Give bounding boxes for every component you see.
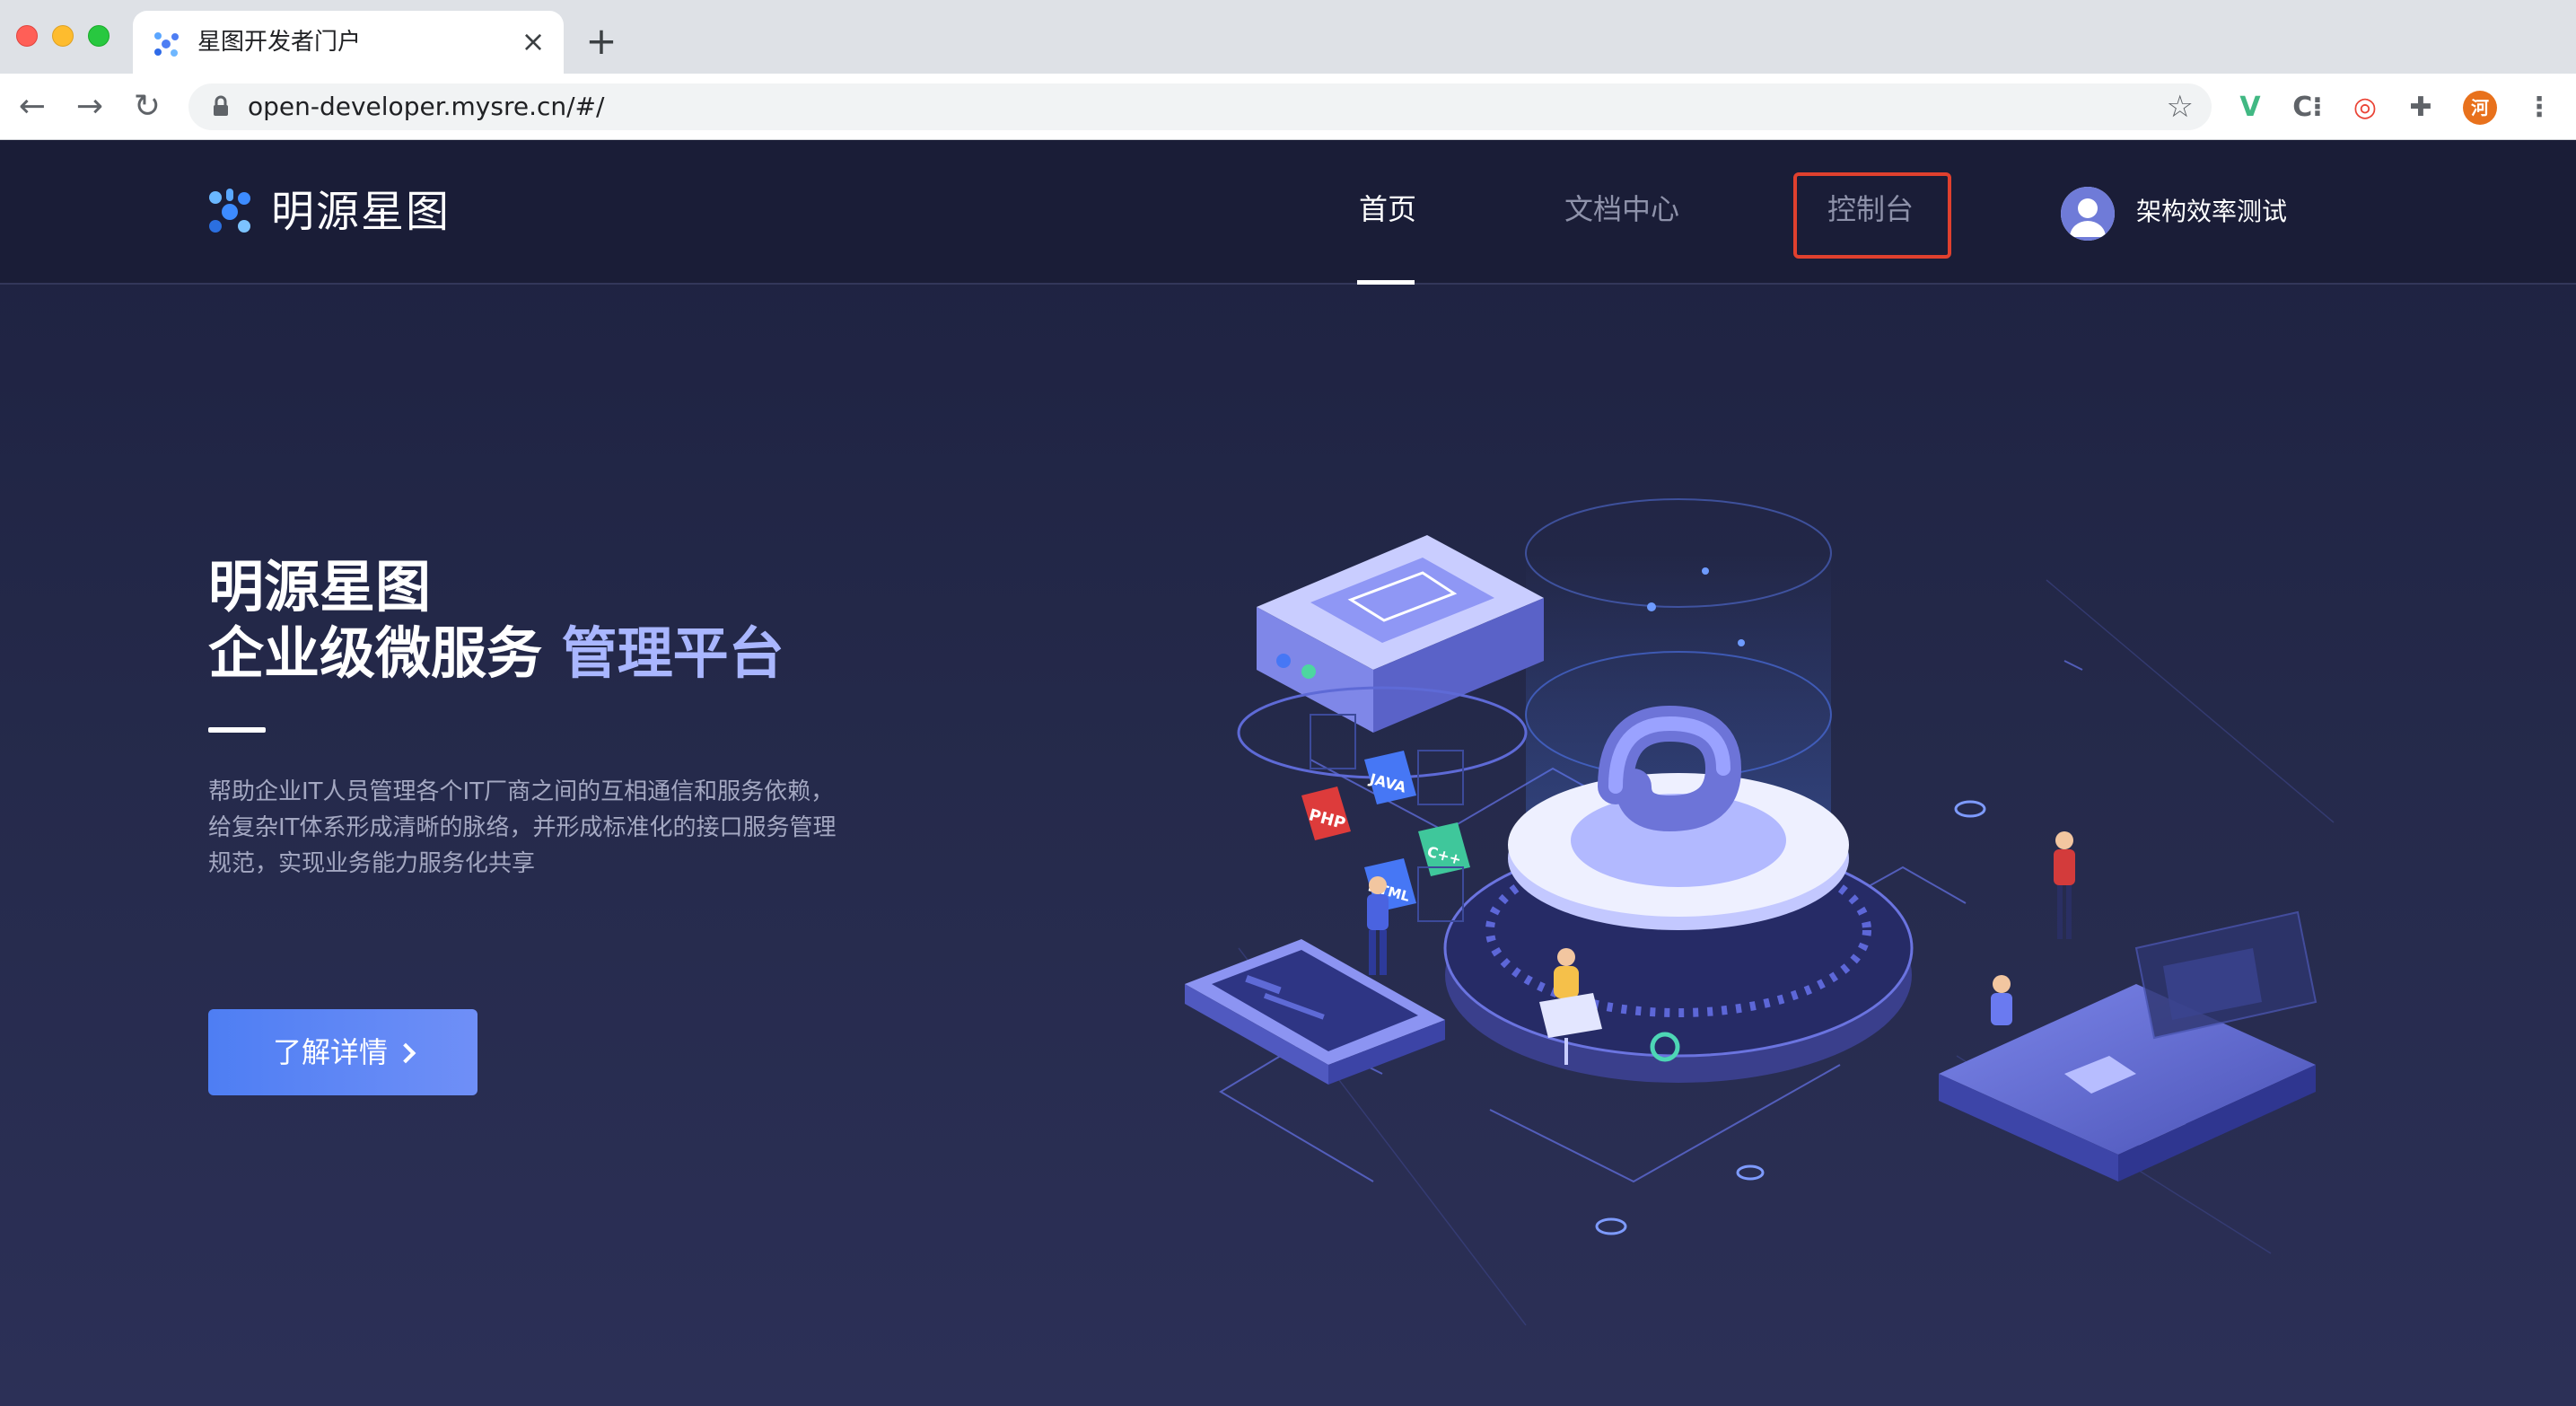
- hero-illustration: PHP JAVA HTML C++: [1185, 498, 2335, 1326]
- puzzle-icon[interactable]: ✚: [2404, 91, 2438, 125]
- user-avatar[interactable]: [2061, 187, 2115, 241]
- browser-tab-active[interactable]: 星图开发者门户 ×: [133, 11, 564, 74]
- vue-devtools-icon[interactable]: V: [2233, 91, 2267, 125]
- brand-star-icon: [209, 189, 250, 233]
- learn-more-button[interactable]: 了解详情: [208, 1009, 478, 1095]
- hero-subtitle-accent: 管理平台: [561, 620, 784, 686]
- menu-icon[interactable]: ⋮: [2522, 91, 2556, 125]
- browser-tabstrip: 星图开发者门户 × +: [0, 0, 2576, 74]
- phone-device: [1185, 939, 1445, 1085]
- url-text[interactable]: open-developer.mysre.cn/#/: [248, 91, 604, 123]
- side-panel: [2134, 910, 2318, 1040]
- hero-title: 明源星图: [208, 554, 432, 620]
- window-close-button[interactable]: [16, 25, 38, 47]
- central-platform: [1443, 705, 1914, 1083]
- back-icon[interactable]: ←: [13, 87, 52, 127]
- chrome-ring-icon[interactable]: ◎: [2348, 91, 2382, 125]
- user-name[interactable]: 架构效率测试: [2136, 194, 2287, 230]
- lock-icon: [214, 95, 228, 116]
- nav-docs[interactable]: 文档中心: [1564, 189, 1679, 230]
- chip-server: [1237, 535, 1544, 779]
- hero-divider: [208, 727, 266, 733]
- language-cards: PHP JAVA HTML C++: [1301, 714, 1470, 922]
- hero-description: 帮助企业IT人员管理各个IT厂商之间的互相通信和服务依赖，给复杂IT体系形成清晰…: [208, 778, 837, 877]
- reload-icon[interactable]: ↻: [127, 87, 167, 127]
- nav-console[interactable]: 控制台: [1827, 189, 1914, 230]
- user-avatar-icon: [2061, 187, 2115, 241]
- window-zoom-button[interactable]: [88, 25, 110, 47]
- hero-subtitle: 企业级微服务 管理平台: [208, 620, 784, 688]
- favicon-icon: [154, 32, 179, 57]
- tab-close-icon[interactable]: ×: [517, 25, 549, 57]
- site-header: 明源星图 首页 文档中心 控制台 架构效率测试: [0, 140, 2576, 285]
- nav-home[interactable]: 首页: [1359, 189, 1416, 230]
- profile-icon[interactable]: 河: [2463, 91, 2497, 125]
- browser-toolbar: ← → ↻ open-developer.mysre.cn/#/ ☆ V C⁝ ◎ ✚…: [0, 74, 2576, 140]
- brand-name: 明源星图: [271, 187, 451, 237]
- learn-more-label: 了解详情: [272, 1035, 388, 1069]
- cookie-icon[interactable]: C⁝: [2291, 91, 2325, 125]
- site-page: 明源星图 首页 文档中心 控制台 架构效率测试 明源星图 企业级微服务 管理平台…: [0, 140, 2576, 1406]
- window-minimize-button[interactable]: [52, 25, 74, 47]
- nav-active-indicator: [1357, 280, 1415, 285]
- hero-subtitle-main: 企业级微服务: [208, 620, 562, 686]
- tab-title: 星图开发者门户: [197, 29, 362, 56]
- new-tab-button[interactable]: +: [582, 22, 621, 61]
- forward-icon[interactable]: →: [70, 87, 110, 127]
- chevron-right-icon: [395, 1042, 416, 1064]
- bookmark-star-icon[interactable]: ☆: [2167, 89, 2194, 125]
- address-bar[interactable]: open-developer.mysre.cn/#/ ☆: [188, 83, 2212, 130]
